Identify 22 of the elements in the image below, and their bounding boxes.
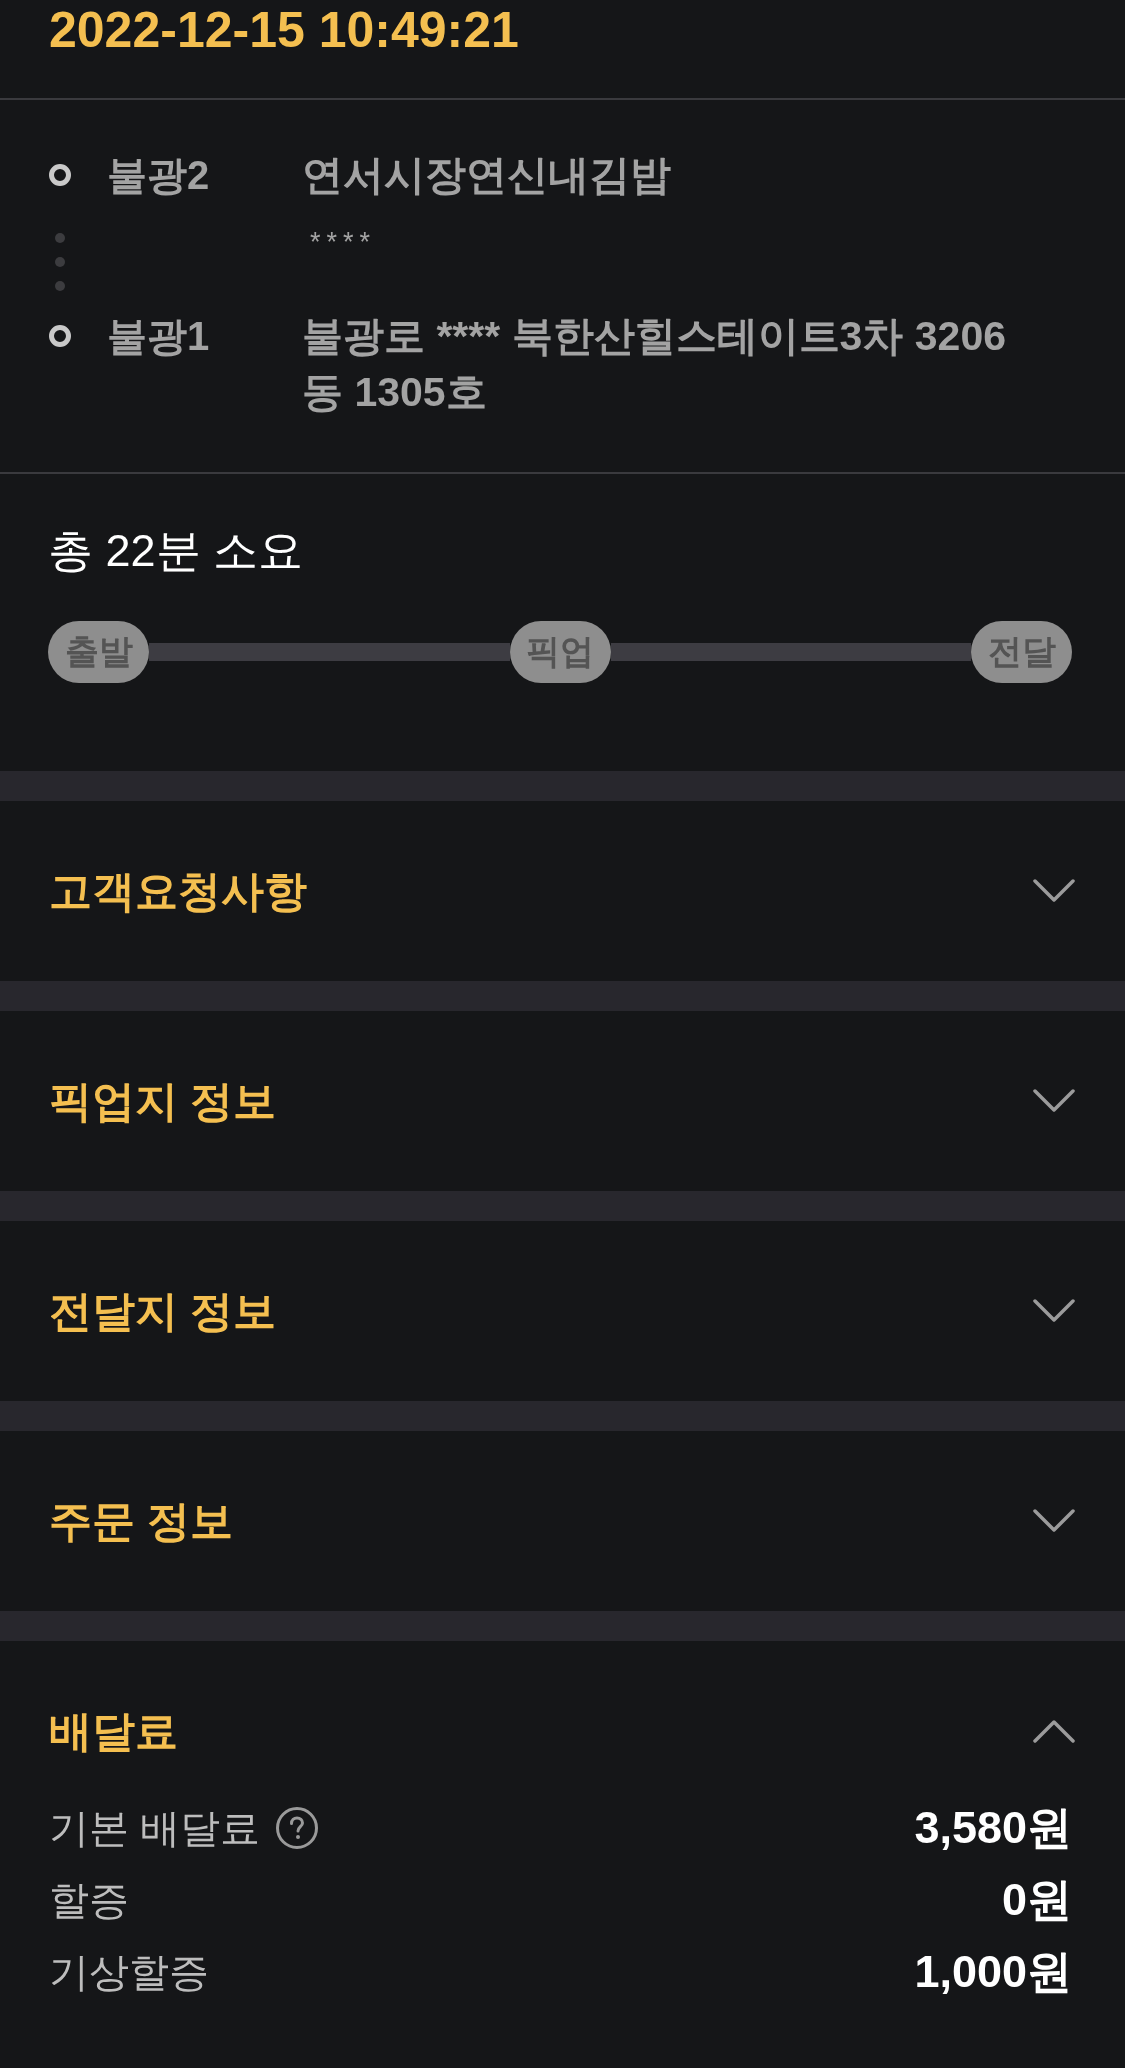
help-icon[interactable] (276, 1807, 319, 1849)
fee-label: 기상할증 (49, 1949, 209, 1996)
stop-address: 불광로 **** 북한산힐스테이트3차 3206동 1305호 (302, 312, 1007, 417)
stop-label: 불광2 (107, 152, 210, 199)
step-pill: 출발 (48, 621, 149, 683)
dot-icon (55, 257, 65, 267)
fee-label: 기본 배달료 (49, 1805, 261, 1852)
step-pill: 픽업 (509, 621, 611, 683)
fee-value: 3,580원 (914, 1801, 1072, 1855)
dot-icon (55, 233, 65, 243)
stop-label: 불광1 (107, 313, 210, 360)
fee-value: 1,000원 (914, 1945, 1072, 1999)
ring-icon (49, 164, 71, 186)
stop-address: 연서시장연신내김밥 (302, 151, 672, 200)
total-duration: 총 22분 소요 (48, 524, 305, 578)
fee-label: 할증 (49, 1877, 129, 1924)
date-time: 2022-12-15 10:49:21 (49, 2, 520, 58)
dot-icon (55, 281, 65, 291)
step-pill: 전달 (971, 621, 1072, 683)
ring-icon (49, 325, 71, 347)
fee-value: 0원 (1001, 1873, 1072, 1927)
stop-detail: **** (310, 226, 377, 259)
